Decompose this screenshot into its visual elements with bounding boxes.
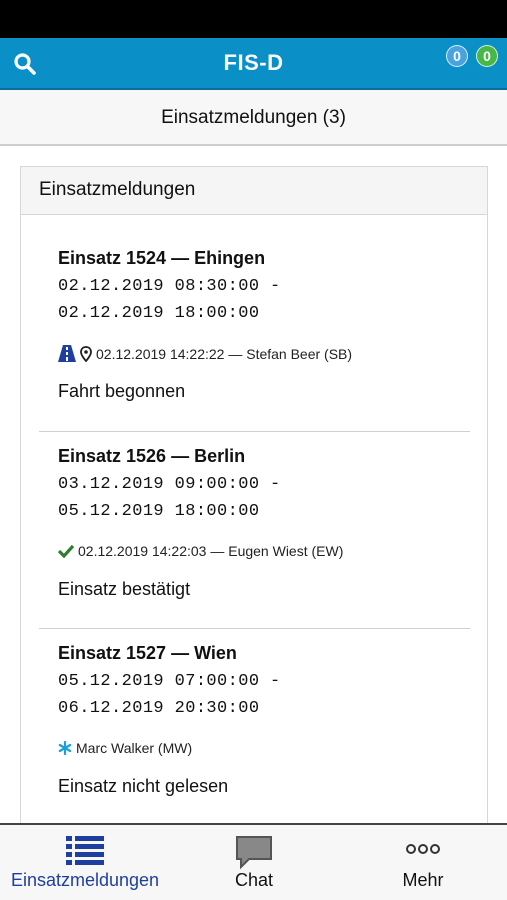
- report-meta-text: 02.12.2019 14:22:03 — Eugen Wiest (EW): [78, 543, 344, 559]
- report-meta: 02.12.2019 14:22:03 — Eugen Wiest (EW): [58, 543, 343, 559]
- app-bar: FIS-D 0 0: [0, 38, 507, 90]
- report-status: Einsatz bestätigt: [58, 579, 191, 599]
- nav-tab-chat[interactable]: Chat: [190, 825, 318, 900]
- report-start: 02.12.2019 08:30:00 -: [58, 277, 281, 296]
- status-bar: [0, 0, 507, 38]
- chat-bubble-icon: [236, 836, 272, 869]
- report-meta-text: Marc Walker (MW): [76, 740, 193, 756]
- location-pin-icon: [80, 345, 92, 362]
- list-item[interactable]: Einsatz 1527 — Wien 05.12.2019 07:00:00 …: [21, 629, 487, 825]
- report-name: Einsatz 1527 — Wien: [58, 643, 237, 663]
- app-title: FIS-D: [223, 50, 284, 75]
- page-title: Einsatzmeldungen (3): [0, 90, 507, 146]
- report-meta: 02.12.2019 14:22:22 — Stefan Beer (SB): [58, 345, 352, 362]
- reports-panel: Einsatzmeldungen Einsatz 1524 — Ehingen …: [20, 166, 488, 826]
- bottom-navigation: Einsatzmeldungen Chat Mehr: [0, 823, 507, 900]
- asterisk-icon: [58, 741, 72, 755]
- notification-badge-blue[interactable]: 0: [446, 45, 468, 67]
- list-icon: [66, 836, 104, 865]
- report-end: 02.12.2019 18:00:00: [58, 304, 260, 323]
- report-name: Einsatz 1526 — Berlin: [58, 446, 246, 466]
- report-start: 03.12.2019 09:00:00 -: [58, 475, 281, 494]
- nav-label: Chat: [234, 870, 274, 890]
- list-item[interactable]: Einsatz 1526 — Berlin 03.12.2019 09:00:0…: [21, 432, 487, 628]
- list-item[interactable]: Einsatz 1524 — Ehingen 02.12.2019 08:30:…: [21, 214, 487, 431]
- more-dots-icon: [406, 844, 440, 854]
- report-status: Fahrt begonnen: [58, 381, 186, 401]
- report-name: Einsatz 1524 — Ehingen: [58, 248, 266, 268]
- notification-badge-green[interactable]: 0: [476, 45, 498, 67]
- road-icon: [58, 345, 76, 362]
- panel-title: Einsatzmeldungen: [21, 167, 487, 215]
- checkmark-icon: [58, 544, 74, 558]
- nav-label: Einsatzmeldungen: [10, 870, 160, 890]
- report-end: 05.12.2019 18:00:00: [58, 502, 260, 521]
- nav-label: Mehr: [402, 870, 444, 890]
- report-meta-text: 02.12.2019 14:22:22 — Stefan Beer (SB): [96, 345, 353, 362]
- report-end: 06.12.2019 20:30:00: [58, 699, 260, 718]
- report-meta: Marc Walker (MW): [58, 740, 192, 756]
- nav-tab-einsatzmeldungen[interactable]: Einsatzmeldungen: [0, 825, 170, 900]
- report-status: Einsatz nicht gelesen: [58, 776, 229, 796]
- nav-tab-mehr[interactable]: Mehr: [360, 825, 486, 900]
- report-start: 05.12.2019 07:00:00 -: [58, 672, 281, 691]
